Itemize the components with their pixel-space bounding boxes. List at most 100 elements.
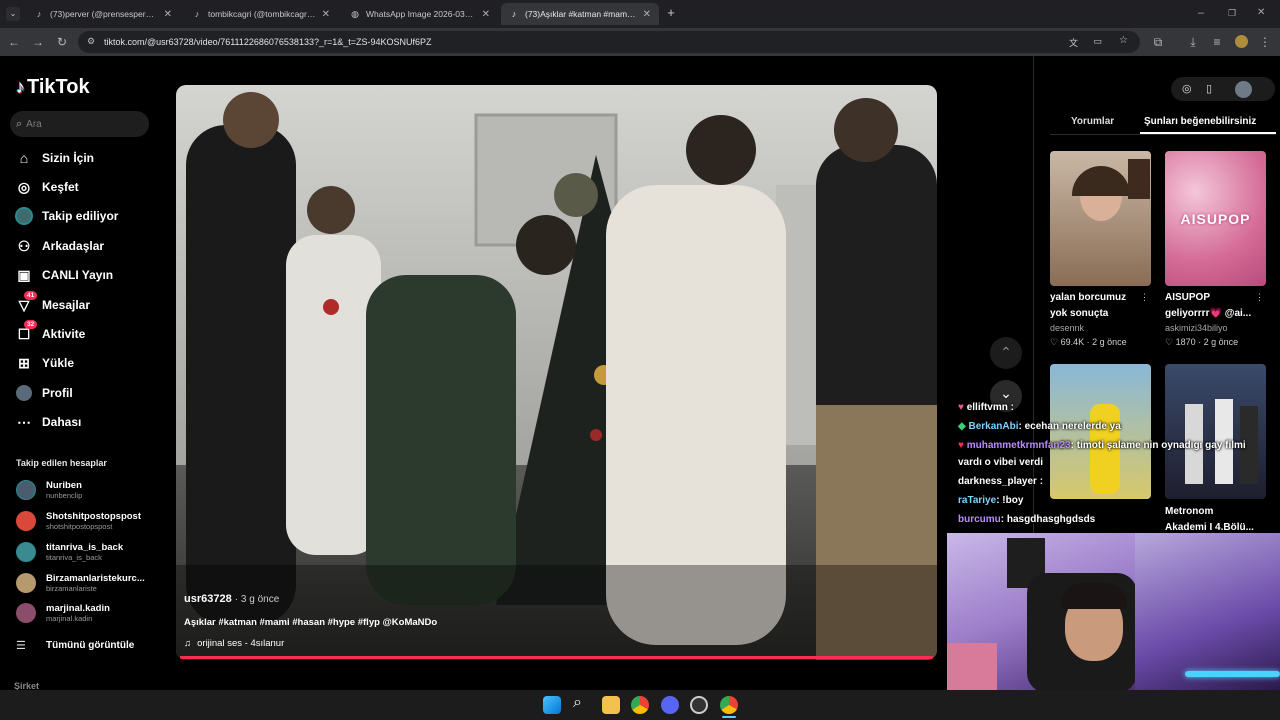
windows-start-icon[interactable]	[543, 696, 561, 714]
close-tab-icon[interactable]: ✕	[164, 9, 172, 20]
activity-badge: 32	[24, 320, 38, 329]
messages-icon: ▽ 41	[14, 291, 38, 315]
phone-icon[interactable]: ▯	[1206, 82, 1212, 95]
video-music[interactable]: ♫ orijinal ses - 4sılanur	[184, 638, 284, 649]
nav-profil[interactable]: Profil	[14, 382, 73, 404]
webcam-overlay	[947, 533, 1135, 690]
nav-dahasi[interactable]: ⋯ Dahası	[14, 411, 81, 433]
followed-account[interactable]: Nuriben nuribenclip	[16, 478, 82, 502]
video-caption: Aşıklar #katman #mami #hasan #hype #flyp…	[184, 617, 438, 628]
nav-arkadaslar[interactable]: ⚇ Arkadaşlar	[14, 235, 104, 257]
nav-sizin-icin[interactable]: ⌂ Sizin İçin	[14, 147, 94, 169]
address-bar[interactable]: ⚙ tiktok.com/@usr63728/video/76111226860…	[78, 31, 1140, 53]
suggested-video-thumb[interactable]	[1165, 364, 1266, 499]
active-app-indicator	[722, 716, 736, 718]
avatar	[16, 542, 36, 562]
compass-icon[interactable]: ◎	[1182, 82, 1192, 95]
activity-icon: ☐ 32	[14, 320, 38, 344]
suggested-caption[interactable]: yok sonuçta	[1050, 306, 1108, 321]
video-player[interactable]: usr63728 · 3 g önce Aşıklar #katman #mam…	[176, 85, 937, 660]
suggested-author[interactable]: desennk	[1050, 323, 1084, 333]
browser-menu-icon[interactable]: ⋮	[1257, 34, 1273, 50]
browser-tab-4-active[interactable]: ♪ (73)Aşıklar #katman #mami #ha ✕	[501, 3, 659, 25]
followed-account[interactable]: Shotshitpostopspost shotshitpostopspost	[16, 509, 141, 533]
nav-aktivite[interactable]: ☐ 32 Aktivite	[14, 320, 85, 345]
chat-line: burcumu: hasgdhasghgdsds	[958, 514, 1096, 525]
chat-line: vardı o vibei verdi	[958, 457, 1044, 468]
suggested-meta: ♡ 69.4K · 2 g önce	[1050, 337, 1127, 347]
media-icon[interactable]: ≡	[1209, 34, 1225, 50]
followed-account[interactable]: titanriva_is_back titanriva_is_back	[16, 540, 123, 564]
live-icon: ▣	[17, 266, 31, 283]
forward-icon[interactable]: →	[30, 34, 46, 50]
nav-kesfet[interactable]: ◎ Keşfet	[14, 176, 79, 198]
minimize-icon[interactable]: –	[1198, 6, 1212, 20]
browser-tab-3[interactable]: ◍ WhatsApp Image 2026-03-01 a ✕	[342, 3, 498, 25]
video-progress-track[interactable]	[180, 656, 933, 659]
see-all-button[interactable]: ☰ Tümünü görüntüle	[16, 633, 134, 657]
window-close-icon[interactable]: ✕	[1257, 6, 1271, 20]
tab-sunlari-begenebilirsiniz[interactable]: Şunları beğenebilirsiniz	[1144, 116, 1256, 127]
webcam-prop	[947, 643, 997, 690]
chat-line: ♥ muhammetkrmnfan23: timoti şalame nin o…	[958, 440, 1246, 451]
heart-icon: ♡	[1050, 337, 1059, 347]
thumb-hair	[1072, 166, 1130, 196]
video-time: · 3 g önce	[234, 594, 280, 605]
heart-icon: ♡	[1165, 337, 1174, 347]
suggested-caption[interactable]: AISUPOP	[1165, 290, 1210, 305]
browser-tab-2[interactable]: ♪ tombikcagri (@tombikcagri) | T ✕	[184, 3, 338, 25]
video-author[interactable]: usr63728 · 3 g önce	[184, 593, 279, 605]
download-icon[interactable]: ⤓	[1185, 34, 1201, 50]
cast-icon[interactable]: ▭	[1093, 36, 1102, 47]
suggested-caption[interactable]: geliyorrrr💗 @ai...	[1165, 306, 1251, 321]
thumb-door	[1128, 159, 1150, 199]
close-tab-icon[interactable]: ✕	[643, 9, 651, 20]
more-options-icon[interactable]: ⋮	[1255, 292, 1264, 303]
chrome-icon[interactable]	[631, 696, 649, 714]
avatar	[16, 573, 36, 593]
followed-account[interactable]: Birzamanlaristekurc... birzamanlariste	[16, 571, 145, 595]
suggested-author[interactable]: askimizi34biliyo	[1165, 323, 1228, 333]
search-input[interactable]: ⌕ Ara	[10, 111, 149, 137]
tab-search-icon[interactable]: ⌄	[6, 7, 20, 21]
close-tab-icon[interactable]: ✕	[482, 9, 490, 20]
bookmark-star-icon[interactable]: ☆	[1119, 35, 1128, 46]
tiktok-logo[interactable]: ♪ TikTok	[16, 76, 90, 99]
music-note-icon: ♫	[184, 638, 192, 649]
nav-mesajlar[interactable]: ▽ 41 Mesajlar	[14, 291, 90, 316]
messages-badge: 41	[24, 291, 38, 300]
reload-icon[interactable]: ↻	[54, 34, 70, 50]
profile-avatar-icon[interactable]	[1235, 35, 1248, 48]
nav-yukle[interactable]: ⊞ Yükle	[14, 352, 74, 374]
tab-yorumlar[interactable]: Yorumlar	[1071, 116, 1114, 127]
thumb-text: AISUPOP	[1180, 211, 1251, 227]
more-options-icon[interactable]: ⋮	[1140, 292, 1149, 303]
app-icon[interactable]	[690, 696, 708, 714]
file-explorer-icon[interactable]	[602, 696, 620, 714]
discord-icon[interactable]	[661, 696, 679, 714]
suggested-caption[interactable]: Metronom	[1165, 504, 1213, 519]
suggested-caption[interactable]: yalan borcumuz	[1050, 290, 1126, 305]
suggested-video-thumb[interactable]: AISUPOP	[1165, 151, 1266, 286]
translate-icon[interactable]: 文	[1069, 36, 1078, 49]
restore-icon[interactable]: ❐	[1228, 6, 1242, 20]
back-icon[interactable]: ←	[6, 34, 22, 50]
user-avatar[interactable]	[1235, 81, 1252, 98]
new-tab-icon[interactable]: +	[664, 6, 678, 20]
extensions-icon[interactable]: ⧉	[1150, 34, 1166, 50]
search-icon[interactable]: ⌕	[573, 694, 582, 712]
author-link[interactable]: usr63728	[184, 593, 232, 605]
browser-tab-1[interactable]: ♪ (73)perver (@prensesperver) | T ✕	[26, 3, 180, 25]
compass-icon: ◎	[17, 178, 31, 195]
chrome-active-icon[interactable]	[720, 696, 738, 714]
suggested-video-thumb[interactable]	[1050, 151, 1151, 286]
close-tab-icon[interactable]: ✕	[322, 9, 330, 20]
nav-takip-ediliyor[interactable]: Takip ediliyor	[14, 205, 118, 227]
followed-account[interactable]: marjinal.kadin marjinal.kadin	[16, 601, 110, 625]
video-progress-fill	[180, 656, 933, 659]
nav-canli-yayin[interactable]: ▣ CANLI Yayın	[14, 264, 113, 286]
site-info-icon[interactable]: ⚙	[87, 36, 95, 47]
video-frame	[176, 85, 937, 660]
webcam-background	[1135, 533, 1280, 690]
previous-video-button[interactable]: ⌃	[990, 337, 1022, 369]
